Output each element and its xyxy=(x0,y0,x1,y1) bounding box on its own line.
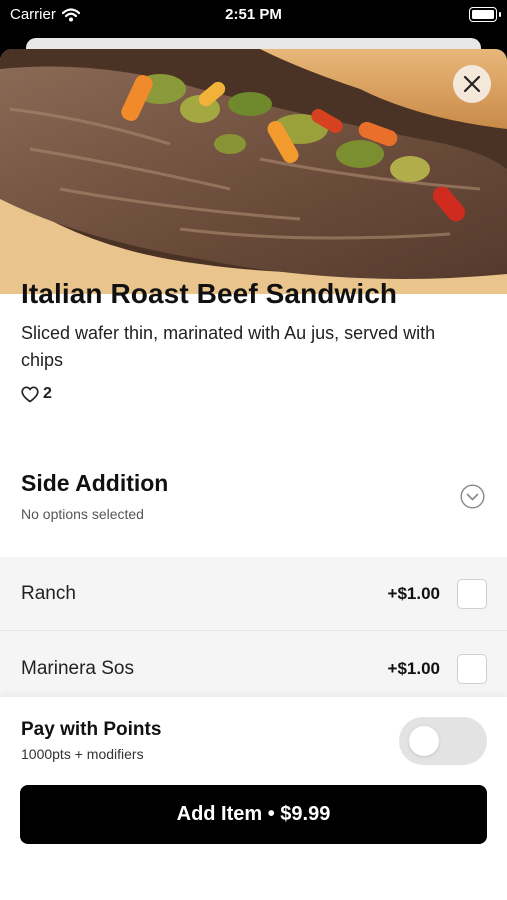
close-button[interactable] xyxy=(453,65,491,103)
option-price: +$1.00 xyxy=(387,584,440,603)
add-item-button[interactable]: Add Item • $9.99 xyxy=(20,785,487,844)
item-title: Italian Roast Beef Sandwich xyxy=(21,278,398,309)
close-icon xyxy=(463,75,481,93)
chevron-down-icon[interactable] xyxy=(460,484,485,509)
option-row-marinera-sos[interactable]: Marinera Sos +$1.00 xyxy=(0,632,507,706)
option-checkbox[interactable] xyxy=(457,654,487,684)
section-subtitle: No options selected xyxy=(21,506,144,522)
heart-icon xyxy=(21,385,39,402)
option-price: +$1.00 xyxy=(387,659,440,678)
toggle-knob xyxy=(409,726,439,756)
pay-with-points-toggle[interactable] xyxy=(399,717,487,765)
favorite-count[interactable]: 2 xyxy=(21,385,52,403)
option-list: Ranch +$1.00 Marinera Sos +$1.00 xyxy=(0,557,507,697)
status-bar: Carrier 2:51 PM xyxy=(0,0,507,30)
battery-icon xyxy=(469,7,501,22)
pay-with-points-label: Pay with Points xyxy=(21,719,162,740)
checkout-panel: Pay with Points 1000pts + modifiers Add … xyxy=(0,697,507,900)
like-count: 2 xyxy=(43,385,52,402)
option-label: Marinera Sos xyxy=(21,658,134,679)
clock: 2:51 PM xyxy=(225,6,282,23)
points-cost: 1000pts + modifiers xyxy=(21,746,144,762)
option-checkbox[interactable] xyxy=(457,579,487,609)
item-detail-sheet: Italian Roast Beef Sandwich Sliced wafer… xyxy=(0,49,507,900)
option-row-ranch[interactable]: Ranch +$1.00 xyxy=(0,557,507,631)
section-title: Side Addition xyxy=(21,470,169,496)
item-photo xyxy=(0,49,507,294)
option-label: Ranch xyxy=(21,583,76,604)
item-description: Sliced wafer thin, marinated with Au jus… xyxy=(21,323,436,370)
